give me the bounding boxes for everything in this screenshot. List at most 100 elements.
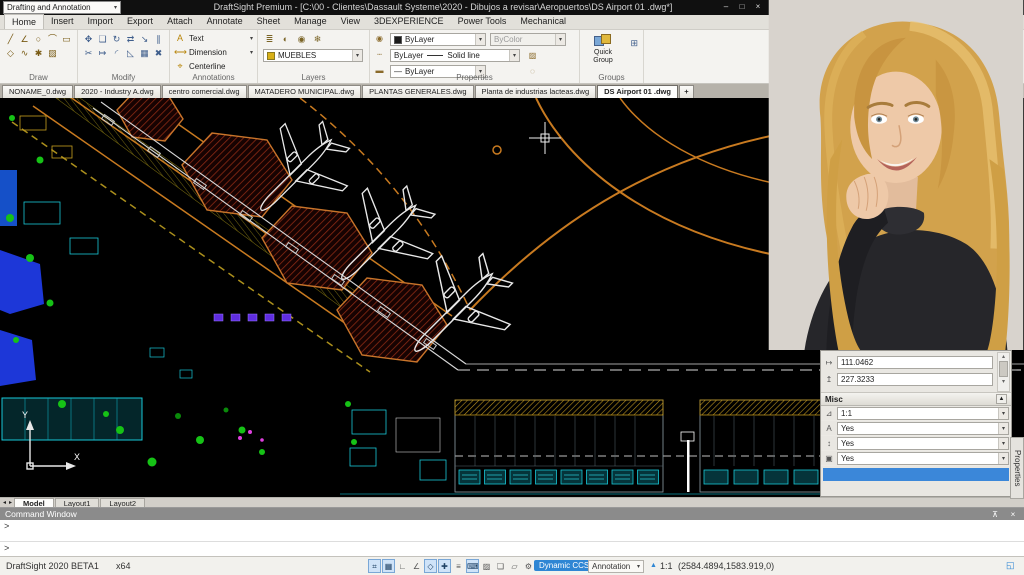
line-icon[interactable]: ╱ [4, 33, 17, 46]
hatch-color-selector[interactable]: ByColor ▾ [490, 33, 566, 46]
tab-3dexperience[interactable]: 3DEXPERIENCE [367, 14, 451, 29]
rectangle-icon[interactable]: ▭ [60, 33, 73, 46]
command-input[interactable]: > [0, 541, 1024, 556]
workspace-selector[interactable]: Drafting and Annotation ▾ [3, 1, 121, 14]
doc-tab-ds-airport[interactable]: DS Airport 01 .dwg [597, 85, 678, 98]
tab-scroll-right-icon[interactable]: ▸ [8, 499, 13, 506]
array-icon[interactable]: ▦ [138, 47, 151, 60]
arc-icon[interactable]: ⌒ [46, 33, 59, 46]
point-icon[interactable]: ✱ [32, 47, 45, 60]
tab-sheet[interactable]: Sheet [250, 14, 288, 29]
close-icon[interactable]: × [1007, 510, 1019, 519]
doc-tab-industrias-lacteas[interactable]: Planta de industrias lacteas.dwg [475, 85, 597, 98]
group-manager-icon[interactable]: ⊞ [630, 38, 638, 49]
circle-icon[interactable]: ○ [32, 33, 45, 46]
mirror-icon[interactable]: ⇄ [124, 33, 137, 46]
spline-icon[interactable]: ∿ [18, 47, 31, 60]
etrack-icon[interactable]: ✚ [438, 559, 451, 573]
chamfer-icon[interactable]: ◺ [124, 47, 137, 60]
sheet-tab-layout1[interactable]: Layout1 [55, 498, 100, 508]
scrollbar-thumb[interactable] [999, 361, 1008, 377]
quick-group-button[interactable]: Quick Group [584, 34, 622, 65]
layer-toggle-icon[interactable]: ◐ [279, 33, 292, 45]
sheet-tab-layout2[interactable]: Layout2 [100, 498, 145, 508]
layer-lock-icon[interactable]: ◉ [295, 33, 308, 45]
extend-icon[interactable]: ↦ [96, 47, 109, 60]
doc-tab-matadero[interactable]: MATADERO MUNICIPAL.dwg [248, 85, 362, 98]
match-orientation-selector[interactable]: Yes ▾ [837, 437, 1009, 450]
tab-power-tools[interactable]: Power Tools [451, 14, 514, 29]
move-icon[interactable]: ✥ [82, 33, 95, 46]
fullscreen-icon[interactable]: ◱ [1006, 560, 1015, 571]
layer-manager-icon[interactable]: ≣ [263, 33, 276, 45]
property-value-field[interactable]: 111.0462 [837, 356, 993, 369]
units-icon[interactable]: ▱ [508, 559, 521, 573]
paper-visibility-selector[interactable]: Yes ▾ [837, 452, 1009, 465]
tab-attach[interactable]: Attach [160, 14, 200, 29]
dimension-button[interactable]: ⟷ Dimension ▾ [174, 46, 253, 58]
copy-icon[interactable]: ❏ [96, 33, 109, 46]
transparency-icon[interactable]: ▨ [480, 559, 493, 573]
polyline-icon[interactable]: ∠ [18, 33, 31, 46]
line-style-icon[interactable]: ┄ [373, 49, 386, 61]
grid-icon[interactable]: ▦ [382, 559, 395, 573]
hatch-icon[interactable]: ▨ [46, 47, 59, 60]
dynamic-input-icon[interactable]: ⌨ [466, 559, 479, 573]
centerline-button[interactable]: ⌖ Centerline [174, 60, 253, 72]
line-color-selector[interactable]: ByLayer ▾ [390, 33, 486, 46]
doc-tab-centro-comercial[interactable]: centro comercial.dwg [162, 85, 247, 98]
tab-insert[interactable]: Insert [44, 14, 81, 29]
polygon-icon[interactable]: ◇ [4, 47, 17, 60]
tab-annotate[interactable]: Annotate [200, 14, 250, 29]
dynamic-ccs-toggle[interactable]: Dynamic CCS [534, 560, 594, 571]
rotate-icon[interactable]: ↻ [110, 33, 123, 46]
doc-tab-plantas-generales[interactable]: PLANTAS GENERALES.dwg [362, 85, 473, 98]
snap-icon[interactable]: ⌗ [368, 559, 381, 573]
tab-manage[interactable]: Manage [287, 14, 334, 29]
annotative-selector[interactable]: Yes ▾ [837, 422, 1009, 435]
line-color-icon[interactable]: ◉ [373, 33, 386, 45]
text-button[interactable]: A Text ▾ [174, 32, 253, 44]
maximize-button[interactable]: □ [734, 0, 750, 15]
annotation-scale-selector[interactable]: Annotation ▾ [588, 560, 644, 573]
scroll-up-icon[interactable]: ▴ [1002, 354, 1005, 360]
properties-panel-tab[interactable]: Properties [1010, 437, 1024, 499]
esnap-icon[interactable]: ◇ [424, 559, 437, 573]
scale-icon[interactable]: ↘ [138, 33, 151, 46]
doc-tab-noname[interactable]: NONAME_0.dwg [2, 85, 73, 98]
new-document-tab-button[interactable]: + [679, 85, 694, 98]
misc-section-header[interactable]: Misc ▲ [821, 393, 1011, 406]
cycling-icon[interactable]: ❏ [494, 559, 507, 573]
doc-tab-industry[interactable]: 2020 - Industry A.dwg [74, 85, 161, 98]
polar-icon[interactable]: ∠ [410, 559, 423, 573]
tab-home[interactable]: Home [4, 14, 44, 29]
offset-icon[interactable]: ∥ [152, 33, 165, 46]
match-orientation-value: Yes [841, 439, 854, 448]
minimize-button[interactable]: – [718, 0, 734, 15]
fillet-icon[interactable]: ◜ [110, 47, 123, 60]
close-button[interactable]: × [750, 0, 766, 15]
line-style-selector[interactable]: ByLayer Solid line ▾ [390, 49, 520, 62]
selected-property-row[interactable] [823, 468, 1009, 481]
tab-scroll-left-icon[interactable]: ◂ [2, 499, 7, 506]
trim-icon[interactable]: ✂ [82, 47, 95, 60]
property-value-field[interactable]: 227.3233 [837, 373, 993, 386]
ortho-icon[interactable]: ∟ [396, 559, 409, 573]
tab-export[interactable]: Export [120, 14, 160, 29]
command-window-header[interactable]: Command Window ⊼ × [0, 508, 1024, 520]
collapse-icon[interactable]: ▲ [996, 394, 1007, 404]
tab-mechanical[interactable]: Mechanical [513, 14, 573, 29]
tab-import[interactable]: Import [81, 14, 121, 29]
tab-view[interactable]: View [334, 14, 367, 29]
panel-scrollbar[interactable]: ▴ ▾ [997, 352, 1010, 392]
layer-freeze-icon[interactable]: ❄ [311, 33, 324, 45]
hatch-color-icon[interactable]: ▨ [526, 50, 539, 62]
layer-selector[interactable]: MUEBLES ▾ [263, 49, 363, 62]
sheet-tab-model[interactable]: Model [14, 498, 54, 508]
annotation-scale-selector[interactable]: 1:1 ▾ [837, 407, 1009, 420]
lineweight-icon[interactable]: ≡ [452, 559, 465, 573]
scroll-down-icon[interactable]: ▾ [1002, 379, 1005, 385]
erase-icon[interactable]: ✖ [152, 47, 165, 60]
command-history-line: > [0, 520, 1024, 541]
pin-icon[interactable]: ⊼ [989, 510, 1001, 519]
